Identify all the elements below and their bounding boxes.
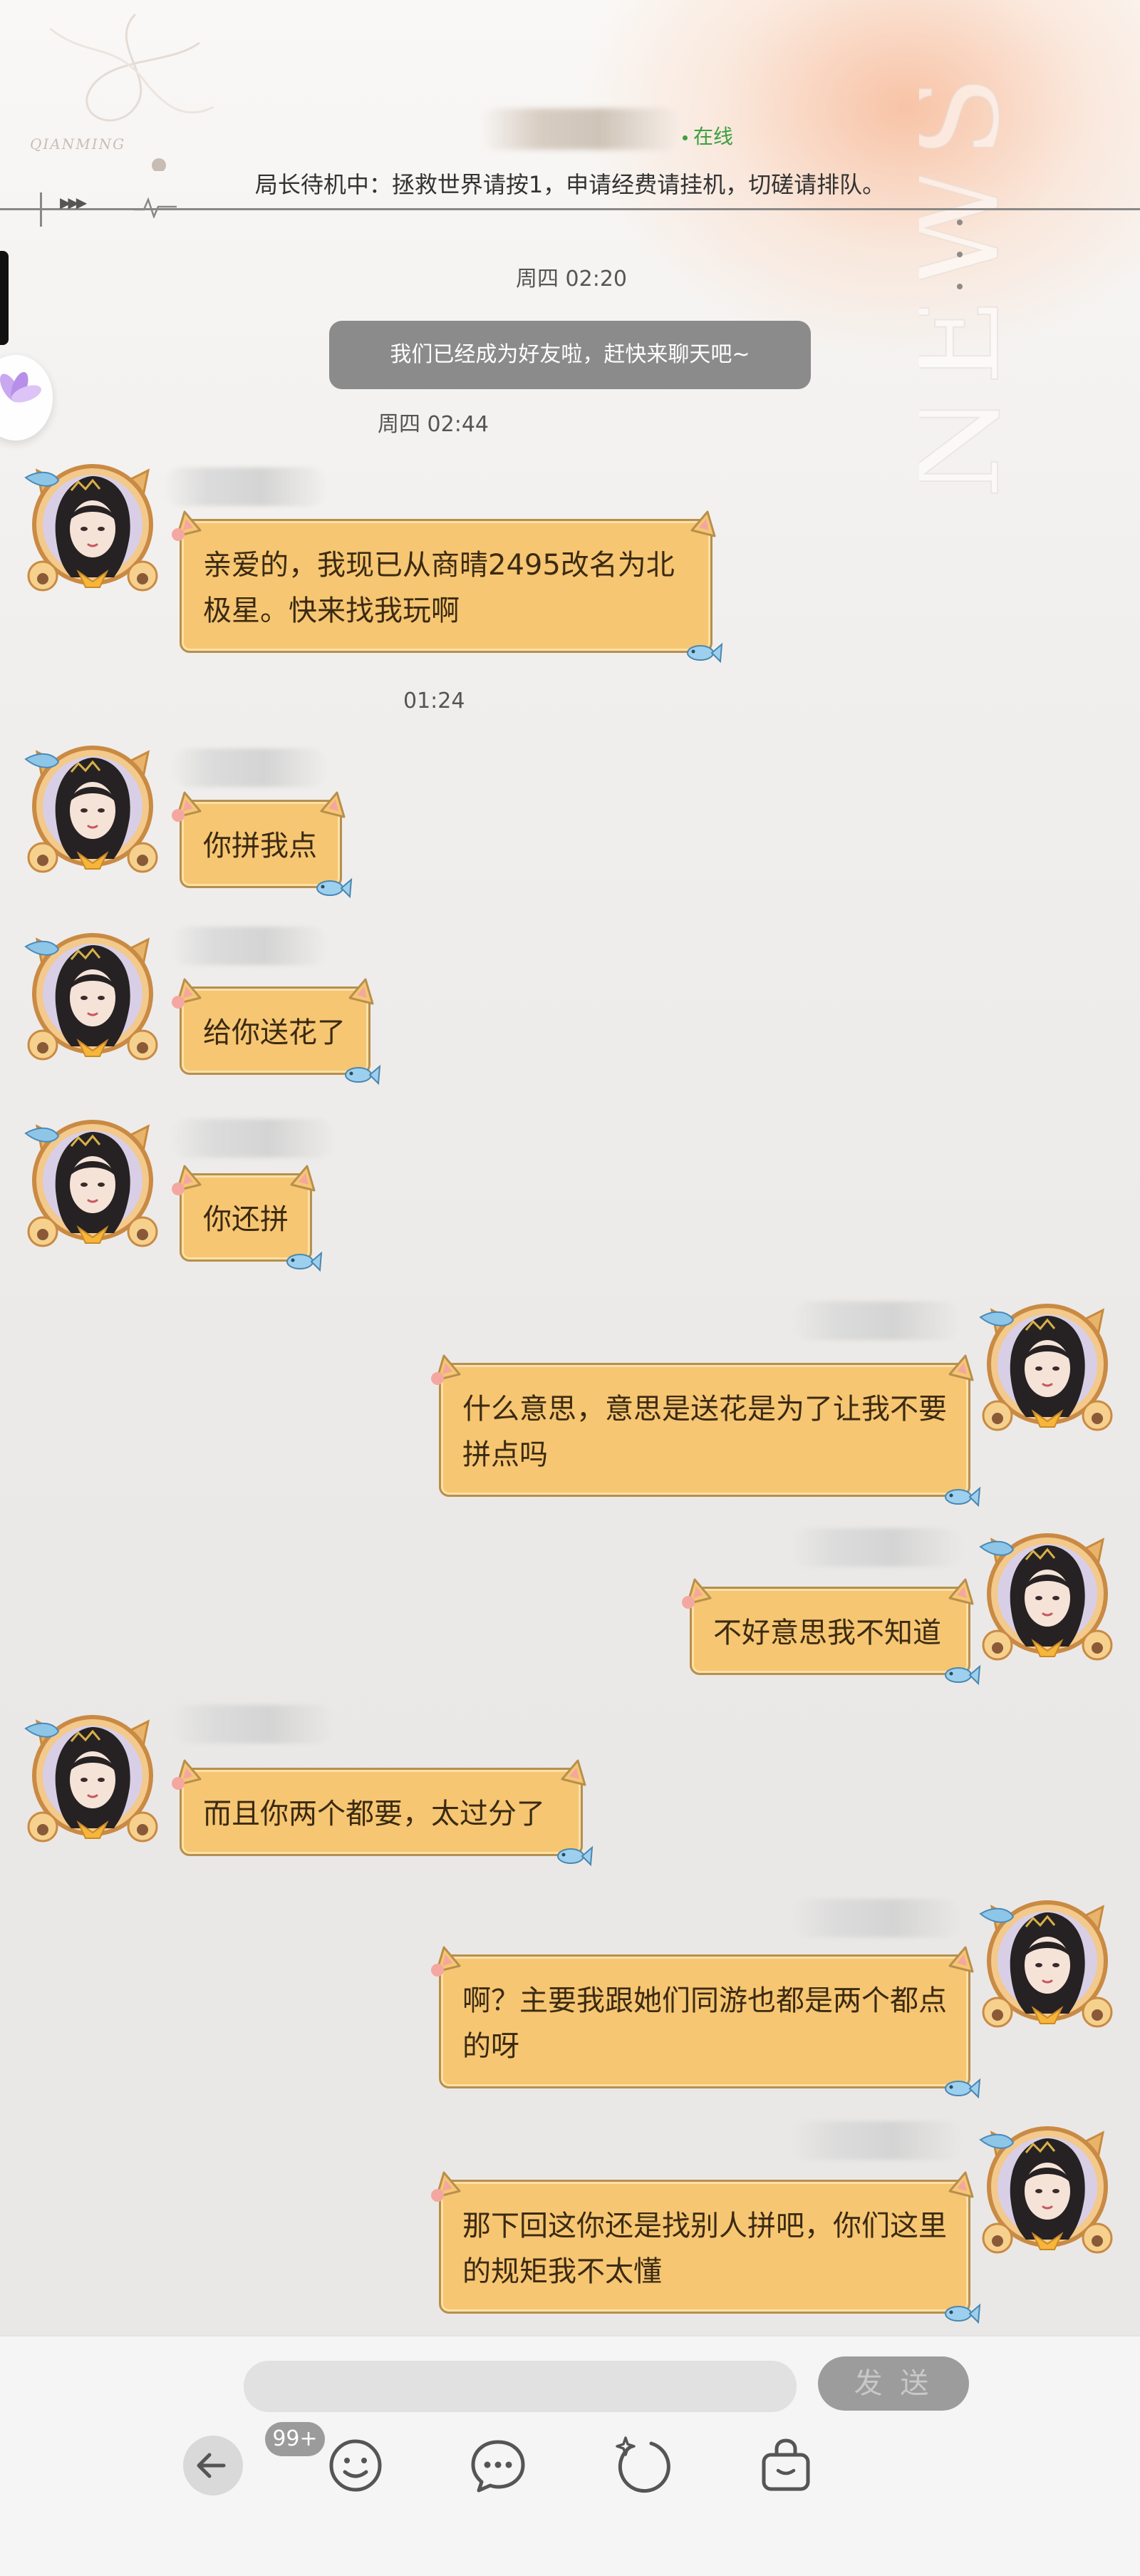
bubble-dot-icon [172, 1777, 185, 1790]
my-name-blurred [791, 1528, 962, 1567]
contact-signature: 局长待机中：拯救世界请按1，申请经费请挂机，切磋请排队。 [254, 171, 886, 198]
decorative-vertical-letters: NEWS [919, 68, 1027, 500]
sender-name-blurred [171, 1119, 335, 1158]
online-status-label: 在线 [693, 125, 734, 148]
chat-screen: { "header": { "status": "在线", "signature… [0, 0, 1140, 2576]
incoming-message[interactable]: 你还拼 [172, 1165, 323, 1272]
send-button[interactable]: 发 送 [818, 2356, 969, 2411]
timestamp: 01:24 [403, 689, 465, 713]
my-avatar[interactable] [976, 1525, 1119, 1668]
fish-icon [940, 2072, 983, 2103]
flower-icon [0, 372, 41, 403]
more-options-icon[interactable] [954, 215, 965, 294]
play-arrows-icon: ▶▶▶ [60, 194, 87, 211]
sender-name-blurred [164, 468, 328, 506]
incoming-message[interactable]: 给你送花了 [172, 978, 381, 1086]
bubble-ear-right-icon [318, 786, 347, 818]
timestamp: 周四 02:44 [378, 412, 489, 437]
fish-icon [281, 1245, 324, 1277]
fish-icon [682, 637, 725, 668]
fish-icon [552, 1840, 595, 1871]
bubble-ear-right-icon [347, 973, 375, 1005]
contact-name-blurred [477, 108, 684, 150]
online-status: 在线 [683, 121, 733, 150]
contact-avatar[interactable] [21, 738, 164, 880]
fish-icon [340, 1058, 383, 1090]
message-text: 而且你两个都要，太过分了 [203, 1798, 545, 1830]
side-flower-button[interactable] [0, 355, 53, 441]
outgoing-message[interactable]: 什么意思，意思是送花是为了让我不要拼点吗 [431, 1354, 981, 1508]
message-text: 啊？主要我跟她们同游也都是两个都点的呀 [462, 1984, 947, 2063]
contact-avatar[interactable] [21, 1112, 164, 1254]
incoming-message[interactable]: 你拼我点 [172, 791, 353, 899]
my-name-blurred [791, 1899, 962, 1937]
outgoing-message[interactable]: 不好意思我不知道 [682, 1578, 981, 1686]
bubble-ear-right-icon [559, 1754, 588, 1786]
side-drawer-tab[interactable] [0, 251, 9, 345]
message-text: 什么意思，意思是送花是为了让我不要拼点吗 [462, 1393, 947, 1471]
contact-avatar[interactable] [21, 456, 164, 599]
my-avatar[interactable] [976, 1892, 1119, 2035]
message-text: 不好意思我不知道 [713, 1617, 941, 1649]
contact-avatar[interactable] [21, 1707, 164, 1850]
bubble-dot-icon [172, 809, 185, 822]
sender-name-blurred [171, 927, 328, 965]
chat-bubble-icon[interactable] [466, 2433, 530, 2498]
fish-icon [940, 1659, 983, 1690]
bubble-ear-right-icon [947, 1573, 975, 1605]
incoming-message[interactable]: 亲爱的，我现已从商晴2495改名为北极星。快来找我玩啊 [172, 510, 723, 664]
sender-name-blurred [171, 748, 328, 787]
pulse-line-icon [134, 197, 177, 218]
bubble-dot-icon [682, 1596, 695, 1609]
bubble-dot-icon [172, 528, 185, 541]
message-text: 给你送花了 [203, 1016, 346, 1049]
svg-text:NEWS: NEWS [919, 68, 1027, 499]
logo-text: QIANMING [30, 135, 126, 153]
incoming-message[interactable]: 而且你两个都要，太过分了 [172, 1759, 594, 1867]
outgoing-message[interactable]: 啊？主要我跟她们同游也都是两个都点的呀 [431, 1946, 981, 2099]
bubble-dot-icon [431, 1964, 444, 1977]
bubble-ear-right-icon [947, 1349, 975, 1381]
fish-icon [940, 1480, 983, 1512]
bubble-ear-right-icon [947, 1941, 975, 1973]
contact-avatar[interactable] [21, 925, 164, 1068]
bubble-dot-icon [431, 1372, 444, 1385]
bubble-ear-right-icon [689, 505, 717, 537]
header-divider-tick [40, 192, 42, 227]
online-dot-icon [683, 135, 688, 140]
sender-name-blurred [171, 1705, 335, 1743]
my-avatar[interactable] [976, 2118, 1119, 2261]
message-input[interactable] [244, 2361, 797, 2412]
timestamp: 周四 02:20 [516, 267, 627, 292]
back-arrow-icon[interactable] [181, 2433, 245, 2498]
emoji-icon[interactable] [323, 2433, 388, 2498]
my-name-blurred [791, 1302, 962, 1340]
bubble-dot-icon [172, 996, 185, 1009]
bubble-dot-icon [172, 1183, 185, 1195]
my-avatar[interactable] [976, 1296, 1119, 1438]
fish-icon [311, 872, 354, 903]
message-text: 亲爱的，我现已从商晴2495改名为北极星。快来找我玩啊 [203, 549, 675, 627]
bag-icon[interactable] [754, 2433, 818, 2498]
unread-badge: 99+ [265, 2422, 325, 2456]
outgoing-message[interactable]: 那下回这你还是找别人拼吧，你们这里的规矩我不太懂 [431, 2171, 981, 2324]
message-text: 你拼我点 [203, 830, 317, 862]
message-text: 那下回这你还是找别人拼吧，你们这里的规矩我不太懂 [462, 2210, 947, 2288]
sparkle-ring-icon[interactable] [610, 2433, 674, 2498]
my-name-blurred [791, 2121, 962, 2160]
bubble-ear-right-icon [289, 1160, 317, 1192]
fish-icon [940, 2297, 983, 2329]
bubble-dot-icon [431, 2189, 444, 2202]
message-text: 你还拼 [203, 1203, 289, 1236]
system-message: 我们已经成为好友啦，赶快来聊天吧~ [329, 321, 811, 389]
bubble-ear-right-icon [947, 2166, 975, 2198]
